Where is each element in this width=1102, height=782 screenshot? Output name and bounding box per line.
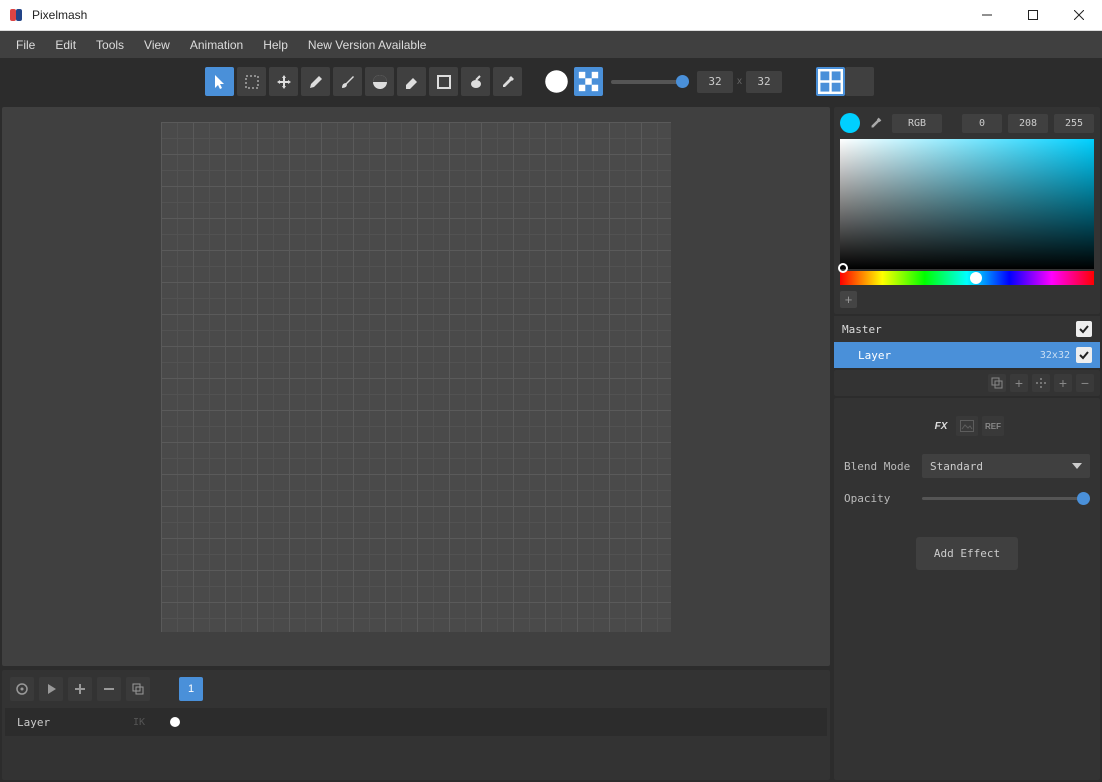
timeline-panel: 1 Layer IK (2, 670, 830, 780)
canvas-height-input[interactable]: 32 (746, 71, 782, 93)
color-field[interactable] (840, 139, 1094, 269)
layer-item-0-visibility[interactable] (1076, 347, 1092, 363)
fx-tab-fx-label: FX (935, 421, 948, 432)
menu-file[interactable]: File (6, 33, 45, 57)
tool-move[interactable] (269, 67, 298, 96)
color-panel: RGB 0 208 255 + (834, 107, 1100, 314)
toolbar: 32 x 32 (0, 58, 1102, 105)
opacity-slider[interactable] (922, 497, 1090, 500)
size-separator: x (733, 76, 746, 87)
window-title: Pixelmash (32, 8, 964, 22)
layer-item-0[interactable]: Layer 32x32 (834, 342, 1100, 368)
app-logo-icon (8, 7, 24, 23)
layer-add-button[interactable]: + (1010, 374, 1028, 392)
tool-bucket[interactable] (365, 67, 394, 96)
canvas-grid[interactable] (161, 122, 671, 632)
tool-eraser[interactable] (397, 67, 426, 96)
layer-item-0-dim: 32x32 (1040, 350, 1070, 361)
timeline-settings-button[interactable] (10, 677, 34, 701)
menu-update-notice[interactable]: New Version Available (298, 33, 437, 57)
window-close-button[interactable] (1056, 0, 1102, 31)
fx-tab-ref[interactable]: REF (982, 416, 1004, 436)
layer-add-group-button[interactable]: + (1054, 374, 1072, 392)
canvas-width-input[interactable]: 32 (697, 71, 733, 93)
color-b-input[interactable]: 255 (1054, 114, 1094, 133)
window-maximize-button[interactable] (1010, 0, 1056, 31)
layers-panel: Master Layer 32x32 (834, 316, 1100, 368)
menu-edit[interactable]: Edit (45, 33, 86, 57)
layer-item-0-name: Layer (842, 349, 891, 362)
timeline-layer-name: Layer (5, 716, 133, 729)
hue-cursor[interactable] (970, 272, 982, 284)
canvas-size-slider[interactable] (611, 80, 689, 84)
blend-mode-value: Standard (930, 460, 983, 473)
timeline-play-button[interactable] (39, 677, 63, 701)
menu-view[interactable]: View (134, 33, 180, 57)
layer-merge-button[interactable] (1032, 374, 1050, 392)
effects-panel: FX REF Blend Mode Standard Opacity (834, 398, 1100, 780)
layer-tools: + + − (834, 370, 1100, 396)
opacity-slider-thumb[interactable] (1077, 492, 1090, 505)
timeline-add-frame-button[interactable] (68, 677, 92, 701)
brush-shape-group (542, 67, 603, 96)
opacity-row: Opacity (844, 492, 1090, 505)
fx-tab-ref-label: REF (985, 422, 1001, 431)
layer-master[interactable]: Master (834, 316, 1100, 342)
fx-tab-image[interactable] (956, 416, 978, 436)
color-r-input[interactable]: 0 (962, 114, 1002, 133)
blend-mode-row: Blend Mode Standard (844, 454, 1090, 478)
right-panel: RGB 0 208 255 + Master Layer (832, 105, 1102, 782)
layer-master-visibility[interactable] (1076, 321, 1092, 337)
window-titlebar: Pixelmash (0, 0, 1102, 31)
timeline-ik-label: IK (133, 717, 163, 728)
fx-tab-fx[interactable]: FX (930, 416, 952, 436)
grid-option-button[interactable] (845, 67, 874, 96)
tool-smudge[interactable] (461, 67, 490, 96)
slider-thumb[interactable] (676, 75, 689, 88)
color-g-input[interactable]: 208 (1008, 114, 1048, 133)
blend-mode-select[interactable]: Standard (922, 454, 1090, 478)
opacity-label: Opacity (844, 492, 914, 505)
tool-eyedropper[interactable] (493, 67, 522, 96)
brush-shape-square[interactable] (574, 67, 603, 96)
menubar: File Edit Tools View Animation Help New … (0, 31, 1102, 58)
tool-shape[interactable] (429, 67, 458, 96)
add-swatch-button[interactable]: + (840, 291, 857, 308)
layer-master-label: Master (842, 323, 882, 336)
tool-marquee[interactable] (237, 67, 266, 96)
brush-shape-circle[interactable] (542, 67, 571, 96)
grid-toggle-button[interactable] (816, 67, 845, 96)
layer-delete-button[interactable]: − (1076, 374, 1094, 392)
tool-brush[interactable] (333, 67, 362, 96)
chevron-down-icon (1072, 463, 1082, 469)
main-area: 1 Layer IK RGB 0 208 255 (0, 105, 1102, 782)
hue-slider[interactable] (840, 271, 1094, 285)
blend-mode-label: Blend Mode (844, 460, 914, 473)
menu-help[interactable]: Help (253, 33, 298, 57)
eyedropper-icon[interactable] (866, 113, 886, 133)
timeline-remove-frame-button[interactable] (97, 677, 121, 701)
layer-duplicate-button[interactable] (988, 374, 1006, 392)
tool-pointer[interactable] (205, 67, 234, 96)
window-minimize-button[interactable] (964, 0, 1010, 31)
current-color-swatch[interactable] (840, 113, 860, 133)
left-column: 1 Layer IK (0, 105, 832, 782)
menu-animation[interactable]: Animation (180, 33, 253, 57)
add-effect-button[interactable]: Add Effect (916, 537, 1018, 570)
timeline-keyframe-1[interactable] (163, 717, 187, 727)
timeline-layer-row[interactable]: Layer IK (5, 708, 827, 736)
tool-pencil[interactable] (301, 67, 330, 96)
color-mode-select[interactable]: RGB (892, 114, 942, 133)
canvas-viewport[interactable] (2, 107, 830, 666)
keyframe-dot-icon (170, 717, 180, 727)
fx-tabs: FX REF (844, 416, 1090, 436)
color-header: RGB 0 208 255 (840, 113, 1094, 133)
timeline-toolbar: 1 (2, 670, 830, 708)
color-field-cursor[interactable] (838, 263, 848, 273)
menu-tools[interactable]: Tools (86, 33, 134, 57)
timeline-frame-1[interactable]: 1 (179, 677, 203, 701)
tool-group-main (205, 67, 522, 96)
timeline-duplicate-button[interactable] (126, 677, 150, 701)
